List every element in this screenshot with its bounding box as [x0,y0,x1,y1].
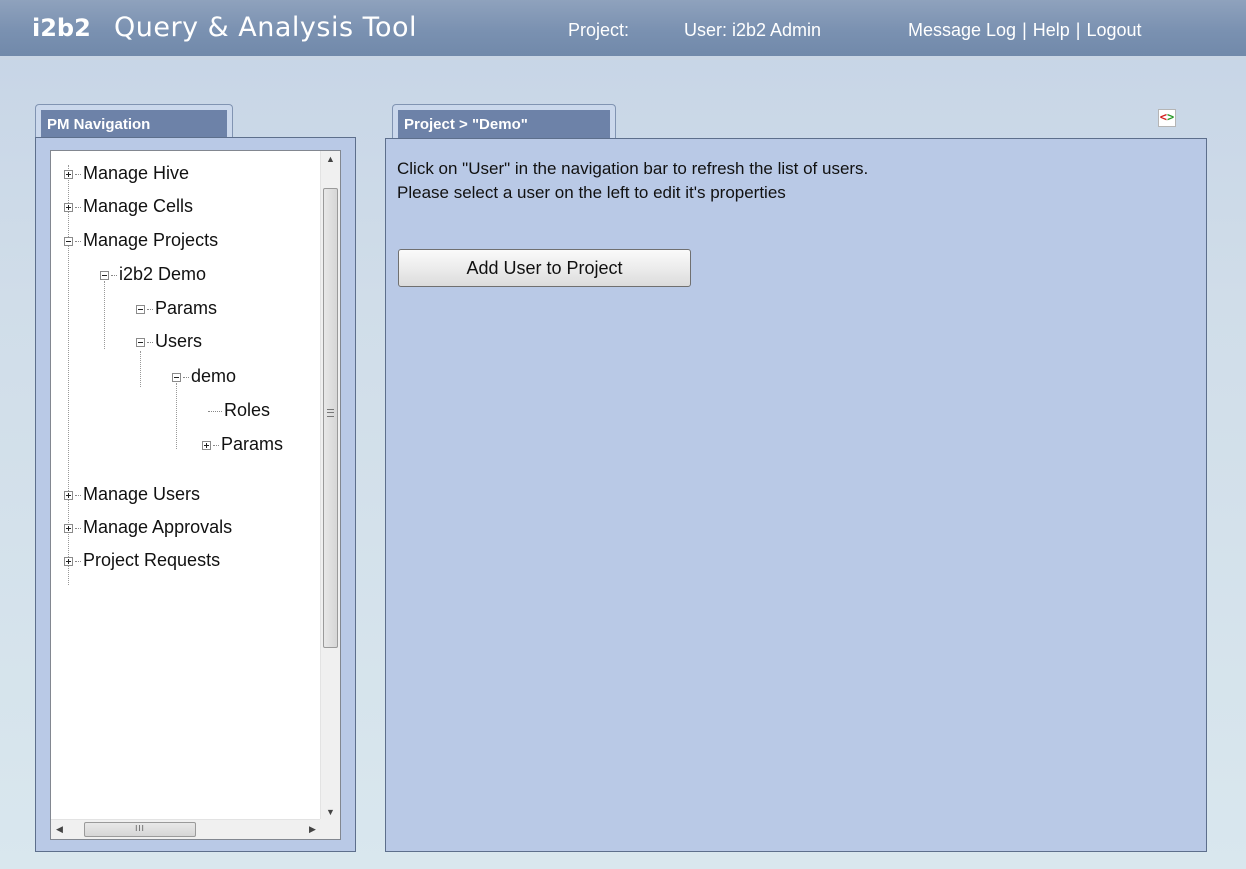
collapse-icon[interactable] [100,270,109,280]
tree-node-label: Manage Approvals [83,517,233,537]
instruction-line-1: Click on "User" in the navigation bar to… [397,159,869,178]
tree-node-label: Roles [224,400,271,420]
scroll-left-arrow-icon[interactable]: ◀ [51,820,68,839]
add-user-to-project-button[interactable]: Add User to Project [398,249,691,287]
instructions: Click on "User" in the navigation bar to… [397,157,868,205]
tree-node-label: i2b2 Demo [119,264,207,284]
tree-node-manage-hive[interactable]: Manage Hive [64,161,189,185]
navigation-tree: Manage Hive Manage Cells Manage Projects… [51,151,321,821]
logo-bold: i2b2 [32,14,91,42]
collapse-icon[interactable] [136,337,145,347]
vertical-scroll-thumb[interactable] [323,188,338,648]
tree-node-label: demo [191,366,237,386]
tree-node-label: Manage Users [83,484,201,504]
tree-node-manage-users[interactable]: Manage Users [64,482,200,506]
app-title: Query & Analysis Tool [114,12,418,43]
grip-icon [327,409,334,417]
vertical-scrollbar[interactable]: ▲ ▼ [320,151,340,821]
tree-guide-line [104,281,105,349]
tree-node-user-params[interactable]: Params [202,432,283,456]
tree-node-label: Params [221,434,284,454]
app-header: i2b2 Query & Analysis Tool Project: User… [0,0,1246,60]
tree-node-project-requests[interactable]: Project Requests [64,548,220,572]
tree-node-manage-approvals[interactable]: Manage Approvals [64,515,232,539]
header-links: Message Log | Help | Logout [908,20,1142,41]
scroll-up-arrow-icon[interactable]: ▲ [321,151,340,168]
code-view-icon[interactable]: <> [1158,109,1176,127]
tree-node-manage-projects[interactable]: Manage Projects [64,228,218,252]
collapse-icon[interactable] [64,236,73,246]
pm-navigation-panel: Manage Hive Manage Cells Manage Projects… [35,137,356,852]
horizontal-scrollbar[interactable]: ◀ III ▶ [51,819,321,839]
expand-icon[interactable] [64,202,73,212]
tree-node-demo[interactable]: demo [172,364,236,388]
expand-icon[interactable] [64,169,73,179]
scrollbar-corner [320,819,340,839]
tree-container: Manage Hive Manage Cells Manage Projects… [50,150,341,840]
tree-node-label: Manage Projects [83,230,219,250]
separator: | [1022,20,1027,40]
tree-node-manage-cells[interactable]: Manage Cells [64,194,193,218]
tree-node-label: Manage Cells [83,196,194,216]
project-panel: Click on "User" in the navigation bar to… [385,138,1207,852]
collapse-icon[interactable] [172,372,181,382]
pm-navigation-tab[interactable]: PM Navigation [35,104,233,138]
tree-node-label: Users [155,331,203,351]
tree-node-i2b2-demo[interactable]: i2b2 Demo [100,262,206,286]
instruction-line-2: Please select a user on the left to edit… [397,183,786,202]
project-label: Project: [568,20,630,40]
separator: | [1075,20,1081,40]
scroll-right-arrow-icon[interactable]: ▶ [304,820,321,839]
message-log-link[interactable]: Message Log [908,20,1016,40]
horizontal-scroll-thumb[interactable]: III [84,822,196,837]
expand-icon[interactable] [64,556,73,566]
pm-navigation-tab-label: PM Navigation [41,110,227,138]
expand-icon[interactable] [202,440,211,450]
project-demo-tab[interactable]: Project > "Demo" [392,104,616,138]
logout-link[interactable]: Logout [1086,20,1141,40]
help-link[interactable]: Help [1033,20,1070,40]
tree-guide-line [140,351,141,387]
tree-node-label: Project Requests [83,550,221,570]
tree-node-label: Manage Hive [83,163,190,183]
project-demo-tab-label: Project > "Demo" [398,110,610,138]
expand-icon[interactable] [64,490,73,500]
tree-node-params[interactable]: Params [136,296,217,320]
tree-node-roles[interactable]: Roles [208,398,270,422]
tree-node-label: Params [155,298,218,318]
tree-node-users[interactable]: Users [136,329,202,353]
user-label: User: i2b2 Admin [684,20,822,40]
collapse-icon[interactable] [136,304,145,314]
tree-guide-line [176,383,177,449]
expand-icon[interactable] [64,523,73,533]
